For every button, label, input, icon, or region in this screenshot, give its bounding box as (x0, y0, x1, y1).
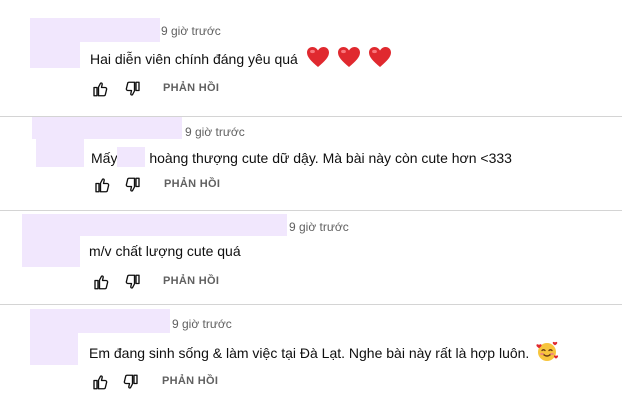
redacted-word (117, 147, 146, 167)
comment-timestamp[interactable]: 9 giờ trước (185, 125, 245, 139)
dislike-icon[interactable] (124, 176, 142, 194)
heart-icon (306, 47, 329, 67)
comment-actions: PHẢN HỒI (91, 373, 331, 397)
redacted-avatar-area (36, 137, 84, 167)
dislike-icon[interactable] (124, 273, 142, 291)
comment-text-content: Em đang sinh sống & làm việc tại Đà Lạt.… (89, 345, 530, 361)
comment-timestamp[interactable]: 9 giờ trước (172, 317, 232, 331)
comment-3: 9 giờ trước m/v chất lượng cute quá PHẢN… (0, 211, 622, 305)
redacted-author-name (30, 18, 160, 42)
comment-text-part-1: Mấy (91, 150, 118, 166)
like-icon[interactable] (91, 80, 109, 98)
redacted-avatar-area (22, 233, 80, 267)
redacted-author-name (30, 309, 170, 333)
heart-emoji-group (306, 47, 392, 67)
comment-text-content: Hai diễn viên chính đáng yêu quá (90, 51, 298, 67)
comment-timestamp[interactable]: 9 giờ trước (161, 24, 221, 38)
redacted-avatar-area (30, 40, 80, 68)
comment-1: 9 giờ trước Hai diễn viên chính đáng yêu… (0, 0, 622, 116)
comment-text: Em đang sinh sống & làm việc tại Đà Lạt.… (89, 340, 559, 362)
comment-actions: PHẢN HỒI (93, 176, 333, 200)
redacted-avatar-area (30, 331, 78, 365)
comment-text-part-2: hoàng thượng cute dữ dậy. Mà bài này còn… (149, 150, 512, 166)
dislike-icon[interactable] (122, 373, 140, 391)
dislike-icon[interactable] (124, 80, 142, 98)
comment-text: Mấy hoàng thượng cute dữ dậy. Mà bài này… (91, 147, 512, 167)
heart-icon (368, 47, 391, 67)
redacted-author-name (32, 117, 182, 139)
like-icon[interactable] (92, 273, 110, 291)
comment-actions: PHẢN HỒI (92, 273, 332, 297)
comment-text: Hai diễn viên chính đáng yêu quá (90, 46, 392, 68)
reply-button[interactable]: PHẢN HỒI (163, 275, 219, 287)
heart-icon (337, 47, 360, 67)
reply-button[interactable]: PHẢN HỒI (162, 375, 218, 387)
comment-text-content: m/v chất lượng cute quá (89, 243, 241, 259)
comment-text: m/v chất lượng cute quá (89, 243, 241, 259)
comment-actions: PHẢN HỒI (91, 80, 331, 104)
smiling-face-with-hearts-icon (536, 341, 559, 361)
like-icon[interactable] (93, 176, 111, 194)
comment-4: 9 giờ trước Em đang sinh sống & làm việc… (0, 305, 622, 403)
reply-button[interactable]: PHẢN HỒI (164, 178, 220, 190)
comment-2: 9 giờ trước Mấy hoàng thượng cute dữ dậy… (0, 117, 622, 211)
like-icon[interactable] (91, 373, 109, 391)
comment-timestamp[interactable]: 9 giờ trước (289, 220, 349, 234)
reply-button[interactable]: PHẢN HỒI (163, 82, 219, 94)
